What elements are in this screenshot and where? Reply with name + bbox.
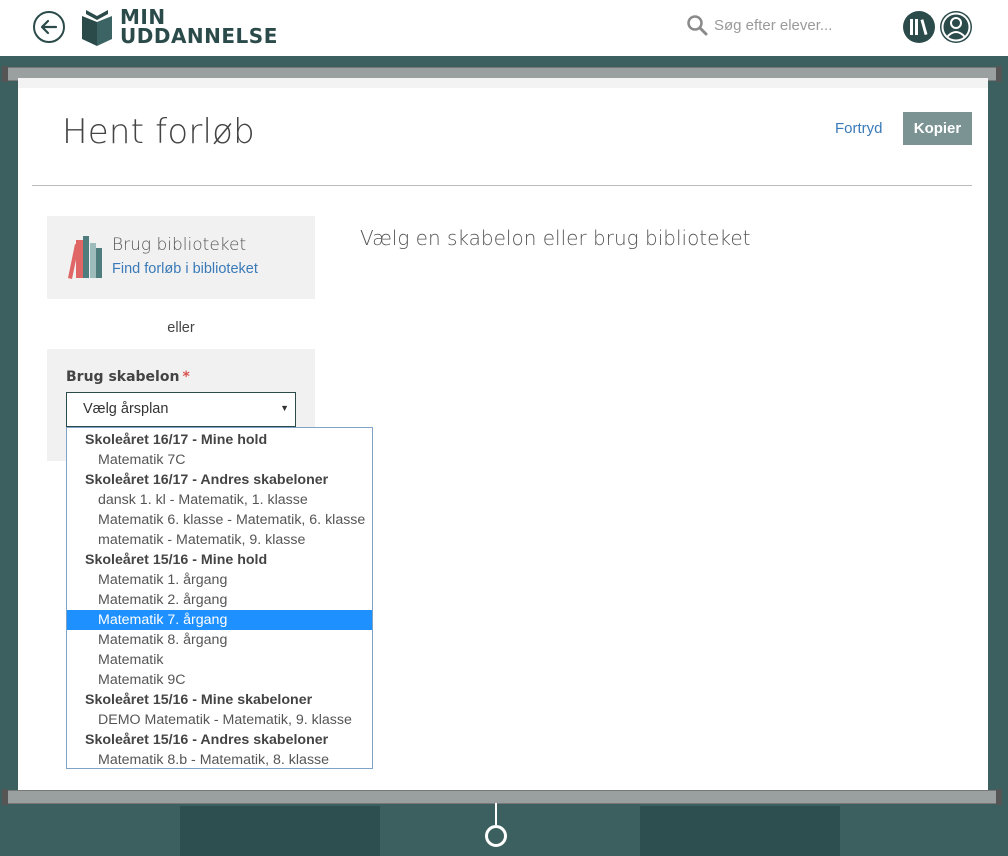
dropdown-option[interactable]: Matematik 8. årgang	[67, 630, 372, 650]
dropdown-option[interactable]: Matematik 7C	[67, 450, 372, 470]
books-icon	[910, 19, 928, 35]
template-label-text: Brug skabelon	[66, 369, 180, 385]
top-bar: MIN UDDANNELSE	[0, 0, 1008, 56]
dropdown-group-label: Skoleåret 16/17 - Andres skabeloner	[85, 472, 329, 488]
search-bar	[686, 14, 894, 36]
dropdown-group-label: Skoleåret 15/16 - Mine skabeloner	[85, 692, 313, 708]
page-title: Hent forløb	[62, 112, 255, 152]
dropdown-option[interactable]: Matematik 9C	[67, 670, 372, 690]
arrow-left-icon	[40, 19, 58, 35]
template-select[interactable]: Vælg årsplan ▼	[66, 392, 296, 427]
library-card[interactable]: Brug biblioteket Find forløb i bibliotek…	[47, 216, 315, 299]
sheet-strip	[18, 78, 988, 88]
bottom-rail	[2, 789, 1002, 805]
dropdown-option[interactable]: Matematik 8.b - Matematik, 8. klasse	[67, 750, 372, 768]
dropdown-option[interactable]: Matematik 6. klasse - Matematik, 6. klas…	[67, 510, 372, 530]
copy-button[interactable]: Kopier	[903, 112, 972, 145]
or-label: eller	[167, 320, 195, 336]
search-icon	[687, 15, 708, 36]
search-input[interactable]	[714, 16, 894, 34]
dropdown-option[interactable]: Matematik	[67, 650, 372, 670]
decor-silhouette-right	[640, 806, 840, 856]
dropdown-group-label: Skoleåret 15/16 - Mine hold	[85, 552, 268, 568]
back-button[interactable]	[33, 11, 65, 43]
dropdown-option[interactable]: Matematik 2. årgang	[67, 590, 372, 610]
library-link[interactable]: Find forløb i biblioteket	[112, 261, 258, 277]
cancel-link[interactable]: Fortryd	[835, 120, 883, 137]
books-icon	[68, 236, 102, 279]
decor-silhouette-left	[180, 806, 380, 856]
open-book-logo-icon	[82, 10, 112, 46]
content-heading: Vælg en skabelon eller brug biblioteket	[360, 226, 751, 250]
dropdown-option[interactable]: matematik - Matematik, 9. klasse	[67, 530, 372, 550]
logo-line2: UDDANNELSE	[120, 24, 278, 48]
logo[interactable]: MIN UDDANNELSE	[80, 7, 278, 48]
logo-text: MIN UDDANNELSE	[120, 7, 278, 48]
dropdown-group-label: Skoleåret 16/17 - Mine hold	[85, 432, 268, 448]
connector-line	[495, 803, 497, 825]
dropdown-group-label: Skoleåret 15/16 - Andres skabeloner	[85, 732, 329, 748]
dropdown-option[interactable]: DEMO Matematik - Matematik, 9. klasse	[67, 710, 372, 730]
user-icon	[941, 12, 971, 42]
bottom-knob[interactable]	[485, 825, 507, 847]
library-title: Brug biblioteket	[112, 235, 247, 255]
required-mark: *	[182, 369, 190, 385]
template-label: Brug skabelon *	[66, 369, 190, 385]
dropdown-option[interactable]: Matematik 7. årgang	[67, 610, 372, 630]
dropdown-option[interactable]: Matematik 1. årgang	[67, 570, 372, 590]
user-button[interactable]	[940, 11, 972, 43]
template-dropdown-list[interactable]: Skoleåret 16/17 - Mine hold Matematik 7C S…	[66, 427, 373, 769]
caret-down-icon: ▼	[280, 403, 289, 413]
header-divider	[32, 185, 972, 186]
template-select-value: Vælg årsplan	[83, 401, 169, 417]
library-button[interactable]	[903, 11, 935, 43]
dropdown-option[interactable]: dansk 1. kl - Matematik, 1. klasse	[67, 490, 372, 510]
